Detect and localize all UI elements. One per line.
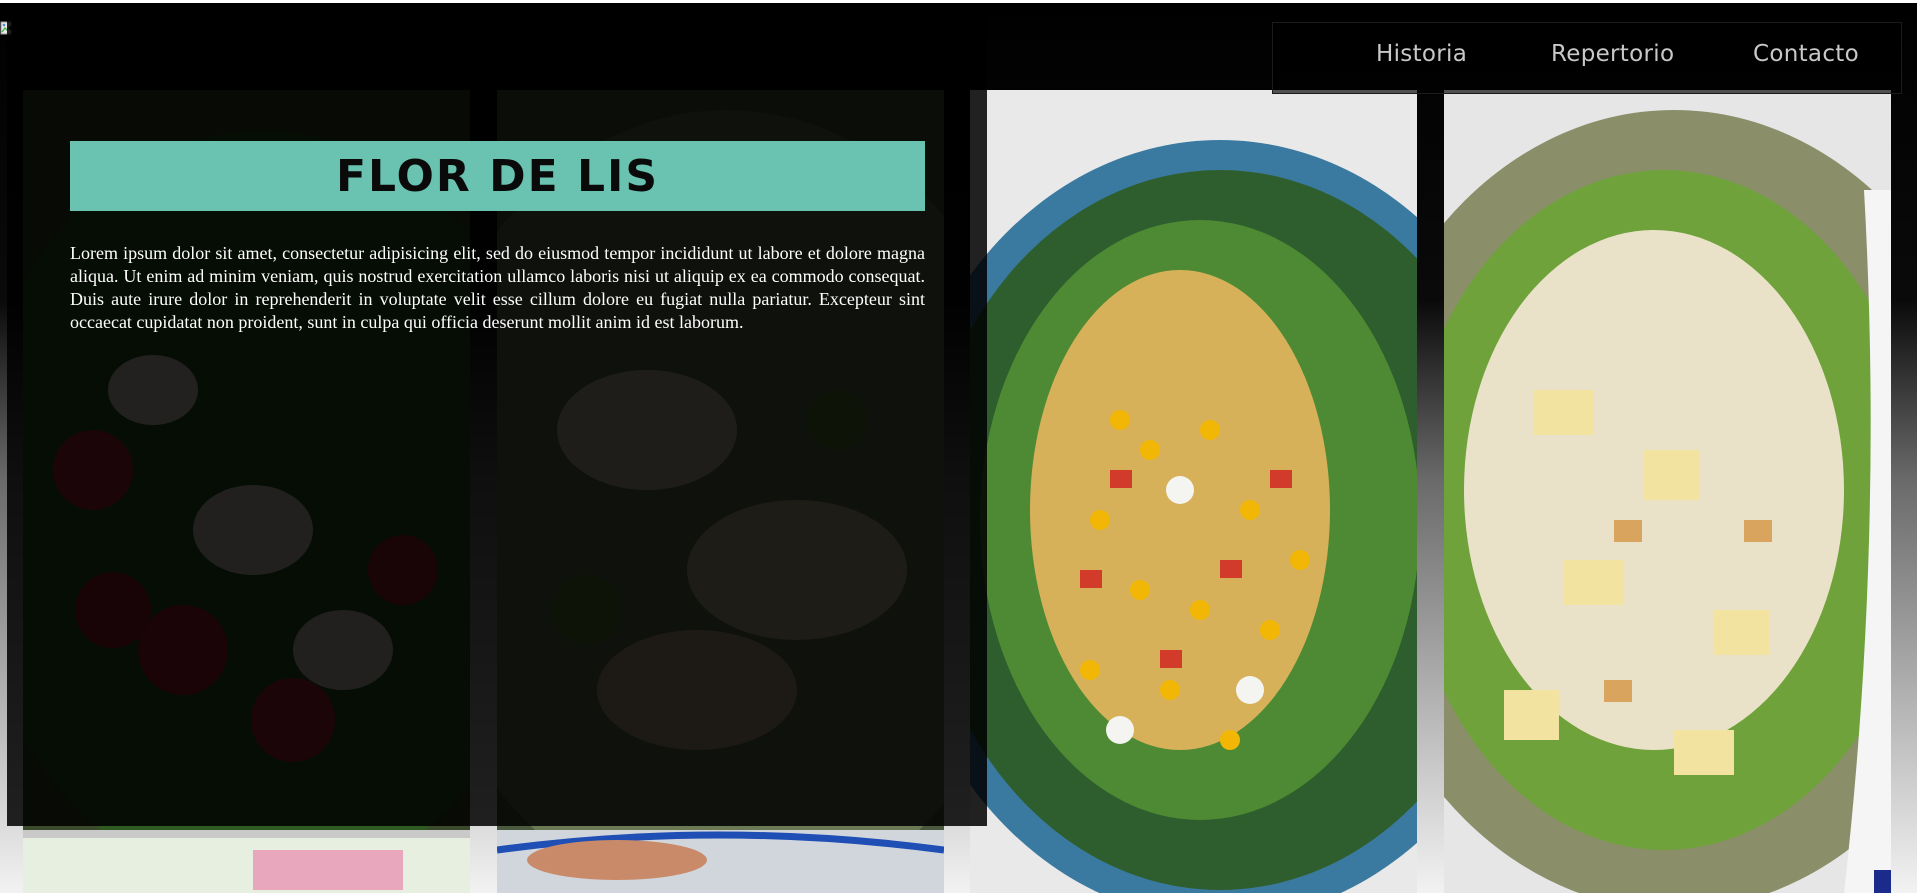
- intro-paragraph: Lorem ipsum dolor sit amet, consectetur …: [70, 243, 925, 332]
- brand-title: FLOR DE LIS: [335, 150, 660, 202]
- hero-overlay: [7, 3, 987, 826]
- nav-link-repertorio[interactable]: Repertorio: [1551, 41, 1674, 67]
- nav-link-historia[interactable]: Historia: [1376, 41, 1467, 67]
- gallery-tile-caesar[interactable]: [1444, 90, 1891, 893]
- nav-link-contacto[interactable]: Contacto: [1753, 41, 1859, 67]
- gallery-tile-corn[interactable]: [970, 90, 1417, 893]
- brand-banner: FLOR DE LIS: [70, 141, 925, 211]
